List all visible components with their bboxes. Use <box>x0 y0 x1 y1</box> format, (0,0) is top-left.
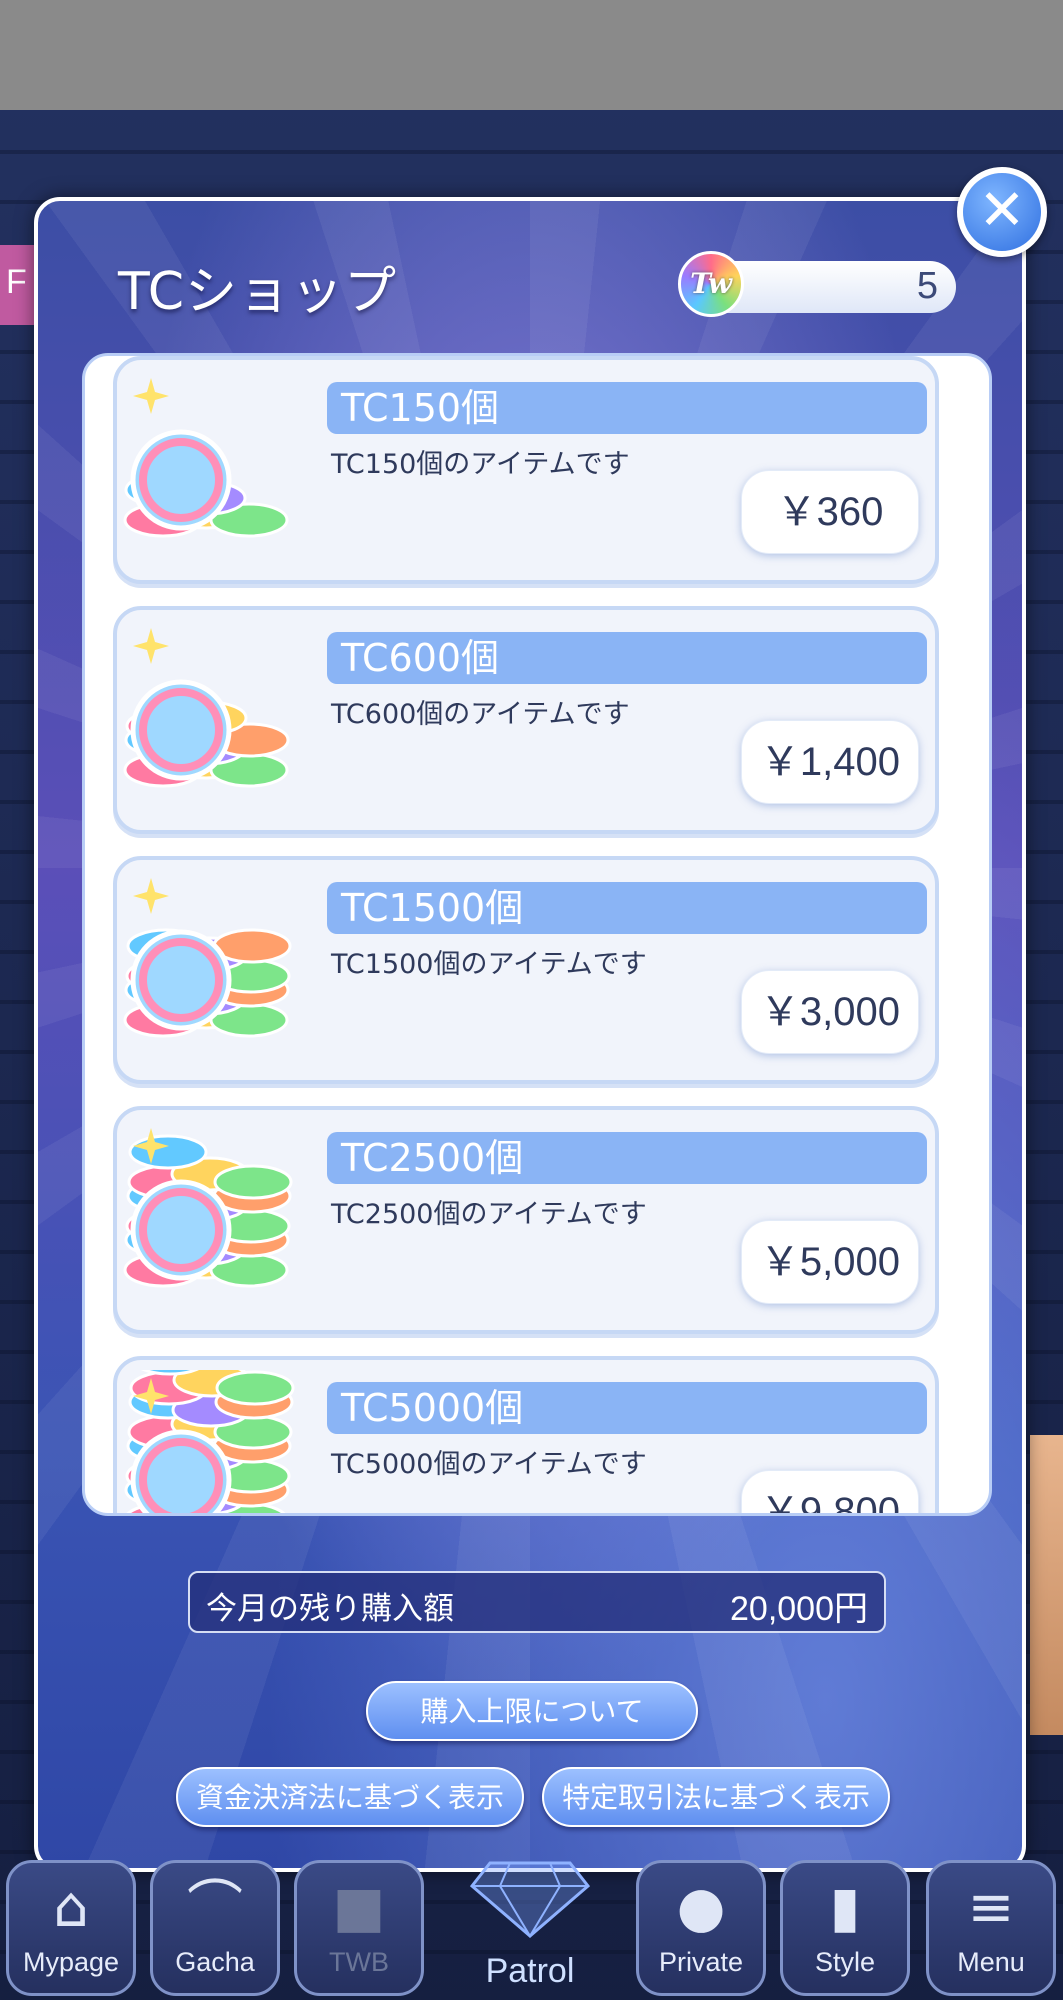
shop-item[interactable]: TC1500個 TC1500個のアイテムです ￥3,000 <box>113 856 939 1084</box>
person-icon: ● <box>676 1875 726 1940</box>
coin-stack-icon <box>124 1370 295 1513</box>
nav-menu-label: Menu <box>957 1947 1025 1977</box>
nav-mypage[interactable]: ⌂ Mypage <box>6 1860 136 1996</box>
nav-private-label: Private <box>658 1947 744 1977</box>
tc-balance-value: 5 <box>916 265 938 307</box>
status-bar <box>0 0 1063 110</box>
item-name: TC600個 <box>327 632 927 684</box>
nav-gacha[interactable]: ⌒ Gacha <box>150 1860 280 1996</box>
nav-twb[interactable]: ■ TWB <box>294 1860 424 1996</box>
shop-item[interactable]: TC2500個 TC2500個のアイテムです ￥5,000 <box>113 1106 939 1334</box>
limit-info-button[interactable]: 購入上限について <box>366 1681 698 1741</box>
shop-item[interactable]: TC600個 TC600個のアイテムです ￥1,400 <box>113 606 939 834</box>
tc-coin-mark: Tw <box>690 267 732 300</box>
item-list[interactable]: TC150個 TC150個のアイテムです ￥360 TC600個 TC600個のアイテム… <box>82 353 992 1516</box>
coin-stack-icon <box>123 878 292 1038</box>
payment-act-button[interactable]: 資金決済法に基づく表示 <box>176 1767 524 1827</box>
item-description: TC600個のアイテムです <box>331 699 630 730</box>
nav-mypage-label: Mypage <box>22 1947 120 1977</box>
nav-twb-label: TWB <box>329 1947 389 1977</box>
outfit-icon: ▮ <box>829 1875 861 1940</box>
commercial-act-button[interactable]: 特定取引法に基づく表示 <box>542 1767 890 1827</box>
background-tab: F <box>0 245 36 325</box>
lock-icon: ■ <box>332 1875 386 1940</box>
nav-patrol-label: Patrol <box>485 1952 575 1990</box>
coin-stack-icon <box>123 628 290 788</box>
remaining-amount: 今月の残り購入額 20,000円 <box>188 1571 886 1633</box>
close-icon: ✕ <box>978 178 1026 243</box>
close-button[interactable]: ✕ <box>957 167 1047 257</box>
remaining-label: 今月の残り購入額 <box>206 1591 454 1627</box>
price-button[interactable]: ￥9,800 <box>741 1470 919 1513</box>
item-name: TC5000個 <box>327 1382 927 1434</box>
hanger-icon: ⌒ <box>187 1875 243 1940</box>
item-description: TC5000個のアイテムです <box>331 1449 647 1480</box>
item-description: TC150個のアイテムです <box>331 449 630 480</box>
diamond-icon <box>470 1861 590 1938</box>
shop-title: TCショップ <box>118 262 398 322</box>
remaining-value: 20,000円 <box>730 1590 868 1628</box>
nav-gacha-label: Gacha <box>175 1947 255 1977</box>
menu-icon: ≡ <box>967 1875 1015 1940</box>
item-name: TC2500個 <box>327 1132 927 1184</box>
price-button[interactable]: ￥360 <box>741 470 919 554</box>
coin-stack-icon <box>123 1128 293 1288</box>
nav-style[interactable]: ▮ Style <box>780 1860 910 1996</box>
coin-stack-icon <box>123 378 289 538</box>
background-tab-letter: F <box>6 263 27 301</box>
item-name: TC150個 <box>327 382 927 434</box>
home-icon: ⌂ <box>53 1875 89 1940</box>
nav-menu[interactable]: ≡ Menu <box>926 1860 1056 1996</box>
item-name: TC1500個 <box>327 882 927 934</box>
tc-coin-icon: Tw <box>678 251 744 317</box>
price-button[interactable]: ￥1,400 <box>741 720 919 804</box>
price-button[interactable]: ￥5,000 <box>741 1220 919 1304</box>
nav-style-label: Style <box>814 1947 876 1977</box>
background-portrait <box>1030 1435 1063 1735</box>
tc-shop-modal: TCショップ 5 Tw TC150個 TC150個のアイテムです ￥360 TC600… <box>34 197 1026 1872</box>
price-button[interactable]: ￥3,000 <box>741 970 919 1054</box>
shop-item[interactable]: TC150個 TC150個のアイテムです ￥360 <box>113 356 939 584</box>
item-description: TC2500個のアイテムです <box>331 1199 647 1230</box>
nav-patrol[interactable]: Patrol <box>440 1860 620 2000</box>
item-description: TC1500個のアイテムです <box>331 949 647 980</box>
shop-item[interactable]: TC5000個 TC5000個のアイテムです ￥9,800 <box>113 1356 939 1513</box>
nav-private[interactable]: ● Private <box>636 1860 766 1996</box>
